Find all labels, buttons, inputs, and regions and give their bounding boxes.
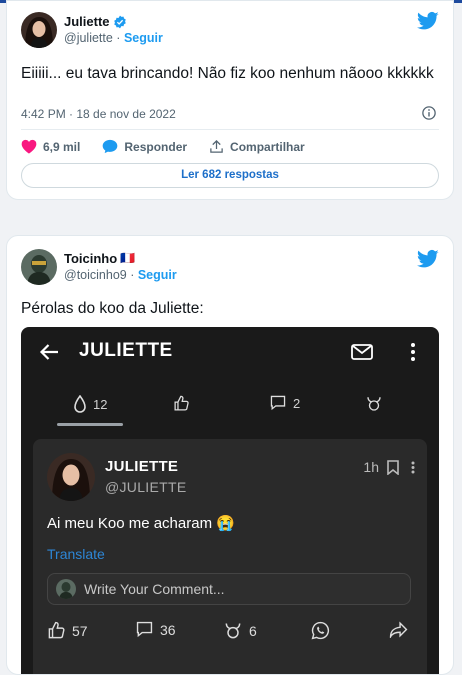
back-arrow-icon <box>39 344 58 360</box>
post-like: 57 <box>47 621 88 640</box>
like-button[interactable]: 6,9 mil <box>21 139 80 154</box>
tweet-text: Pérolas do koo da Juliette: <box>21 300 204 317</box>
whatsapp-share <box>311 621 330 640</box>
reply-bubble-icon <box>103 139 118 154</box>
comment-input <box>84 574 384 604</box>
tab-posts: 12 <box>73 395 107 413</box>
comment-box <box>47 573 411 605</box>
twitter-bird-icon[interactable] <box>417 11 439 31</box>
divider <box>21 129 439 130</box>
profile-tabs: 12 2 <box>21 391 439 425</box>
post-author-name: JULIETTE <box>105 458 179 475</box>
avatar[interactable] <box>21 249 57 285</box>
twitter-bird-icon[interactable] <box>417 249 439 269</box>
like-count: 6,9 mil <box>43 139 81 154</box>
info-icon[interactable] <box>422 106 436 120</box>
active-tab-indicator <box>57 423 123 426</box>
whatsapp-icon <box>311 621 330 640</box>
share-button[interactable]: Compartilhar <box>209 139 305 154</box>
tweet-timestamp[interactable]: 4:42 PM · 18 de nov de 2022 <box>21 107 176 121</box>
share-arrow-icon <box>389 621 408 638</box>
follow-link[interactable]: Seguir <box>124 31 163 45</box>
author-handle[interactable]: @toicinho9 <box>64 268 127 282</box>
post-text: Ai meu Koo me acharam 😭 <box>47 515 235 532</box>
tab-likes <box>173 395 190 412</box>
more-vertical-icon <box>411 343 415 361</box>
avatar <box>47 453 95 501</box>
author-handle[interactable]: @juliette <box>64 31 113 45</box>
rekoo-icon <box>367 397 381 411</box>
bookmark-icon <box>387 460 399 475</box>
post-time: 1h <box>363 459 379 475</box>
author-name[interactable]: Juliette <box>64 13 163 30</box>
author-name[interactable]: Toicinho 🇫🇷 <box>64 250 177 267</box>
thumbs-up-icon <box>48 621 65 639</box>
thumbs-up-icon <box>174 395 189 411</box>
rekoo-icon <box>225 623 241 639</box>
more-vertical-icon <box>411 461 415 474</box>
post-actions: 57 36 6 <box>33 621 427 645</box>
tweet-text: Eiiiii... eu tava brincando! Não fiz koo… <box>21 65 434 82</box>
attached-image[interactable]: JULIETTE 12 2 JULIETTE @JULIETTE 1h Ai m… <box>21 327 439 674</box>
comment-icon <box>270 395 286 411</box>
tweet-card-toicinho: Toicinho 🇫🇷 @toicinho9 · Seguir Pérolas … <box>6 235 454 675</box>
verified-badge-icon <box>113 15 126 28</box>
avatar[interactable] <box>21 12 57 48</box>
koo-bird-icon <box>74 395 86 413</box>
post-rekoos: 6 <box>223 621 257 641</box>
profile-title: JULIETTE <box>79 340 173 361</box>
comment-icon <box>136 621 153 638</box>
post-share <box>389 621 408 638</box>
tab-rekoos <box>365 395 383 413</box>
tweet-actions: 6,9 mil Responder Compartilhar <box>21 139 327 154</box>
tweet-header: Toicinho 🇫🇷 @toicinho9 · Seguir <box>21 249 177 285</box>
reply-button[interactable]: Responder <box>102 139 187 154</box>
follow-link[interactable]: Seguir <box>138 268 177 282</box>
share-icon <box>210 139 223 153</box>
post-comments: 36 <box>135 621 176 638</box>
translate-link: Translate <box>47 546 105 562</box>
post-author-handle: @JULIETTE <box>105 479 187 495</box>
heart-icon <box>21 139 37 154</box>
tweet-header: Juliette @juliette · Seguir <box>21 12 163 48</box>
koo-post: JULIETTE @JULIETTE 1h Ai meu Koo me acha… <box>33 439 427 674</box>
mail-icon <box>351 344 373 360</box>
avatar <box>56 579 76 599</box>
flag-france-icon: 🇫🇷 <box>120 251 136 265</box>
tab-comments: 2 <box>269 395 300 411</box>
app-top-bar: JULIETTE <box>21 327 439 377</box>
tweet-card-juliette: Juliette @juliette · Seguir Eiiiii... eu… <box>6 0 454 200</box>
read-replies-button[interactable]: Ler 682 respostas <box>21 163 439 188</box>
